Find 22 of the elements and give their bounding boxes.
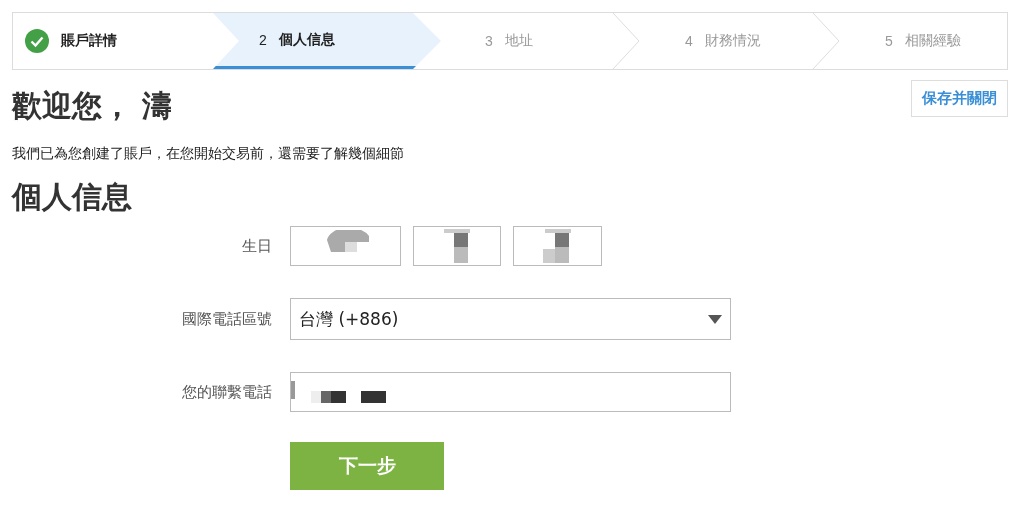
field-label: 您的聯繫電話 [181, 382, 272, 402]
redaction-icon [442, 229, 472, 263]
intro-text: 我們已為您創建了賬戶，在您開始交易前，還需要了解幾個細節 [12, 145, 405, 163]
field-label: 生日 [241, 236, 272, 256]
section-heading: 個人信息 [12, 178, 133, 216]
progress-step: 5 相關經驗 [839, 13, 1005, 69]
country-code-select[interactable]: 台灣 (+886) [290, 298, 731, 340]
birthday-field[interactable] [413, 226, 501, 266]
next-button[interactable]: 下一步 [290, 442, 444, 490]
greeting-heading: 歡迎您， 濤 [12, 87, 173, 125]
dropdown-caret-icon [708, 314, 722, 324]
birthday-field[interactable] [513, 226, 602, 266]
birthday-field[interactable] [290, 226, 401, 266]
progress-step: 賬戶詳情 [13, 13, 213, 69]
progress-step: 3 地址 [439, 13, 639, 69]
progress-step: 2 個人信息 [213, 13, 441, 69]
field-label: 國際電話區號 [181, 309, 272, 329]
check-icon [25, 29, 49, 53]
redaction-icon [542, 229, 573, 263]
progress-step: 4 財務情況 [639, 13, 839, 69]
save-close-button[interactable]: 保存并關閉 [911, 80, 1008, 117]
phone-field[interactable] [290, 372, 731, 412]
